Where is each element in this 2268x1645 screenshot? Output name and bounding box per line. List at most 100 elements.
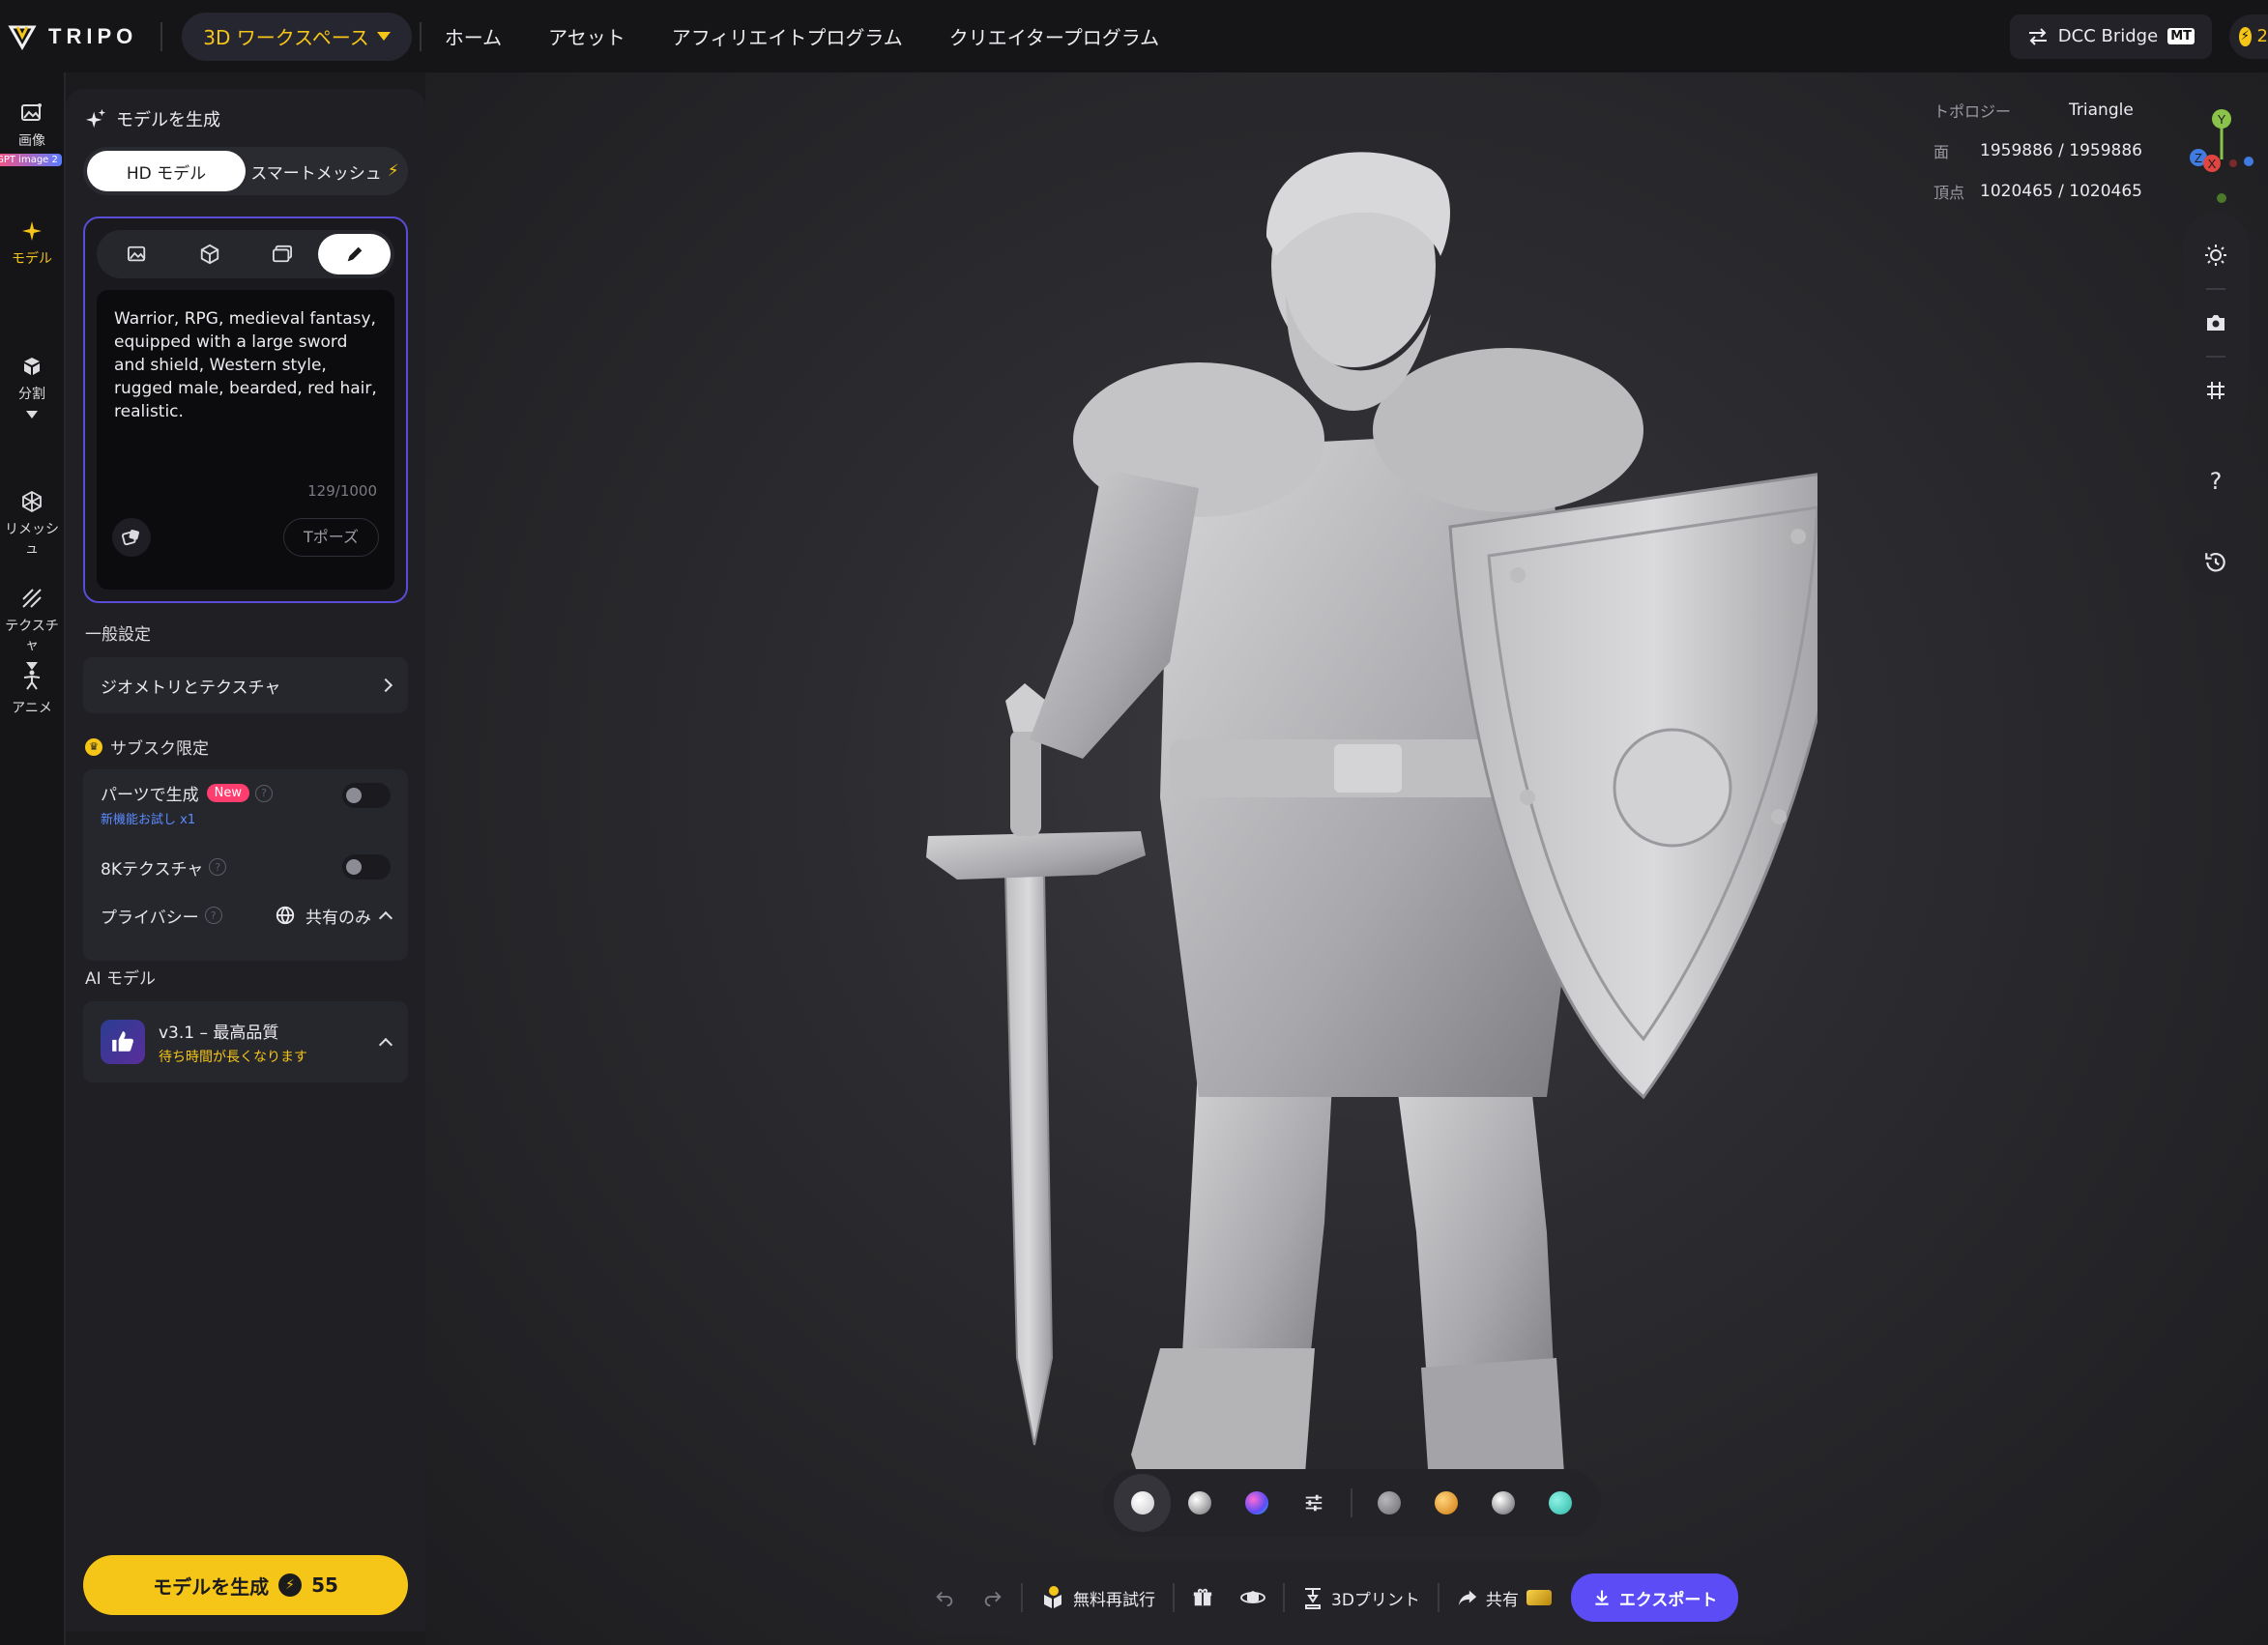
tpose-button[interactable]: Tポーズ bbox=[283, 518, 379, 557]
help-icon[interactable]: ? bbox=[204, 907, 222, 924]
material-normal[interactable] bbox=[1229, 1474, 1286, 1532]
divider bbox=[2206, 288, 2225, 290]
tab-image-input[interactable] bbox=[101, 234, 173, 274]
material-orange[interactable] bbox=[1417, 1474, 1474, 1532]
left-rail: 画像 GPT image 2 モデル 分割 リメッシュ テクスチャ アニメ bbox=[0, 72, 66, 1645]
3d-print-button[interactable]: 3Dプリント bbox=[1289, 1571, 1434, 1625]
privacy-value: 共有のみ bbox=[305, 908, 371, 928]
hd-model-option[interactable]: HD モデル bbox=[87, 151, 246, 191]
redo-button[interactable] bbox=[969, 1571, 1017, 1625]
tab-multi-image-input[interactable] bbox=[246, 234, 318, 274]
rail-item-texture[interactable]: テクスチャ bbox=[0, 585, 64, 670]
rail-item-model[interactable]: モデル bbox=[0, 217, 64, 268]
nav-affiliate[interactable]: アフィリエイトプログラム bbox=[672, 22, 903, 50]
privacy-select[interactable]: 共有のみ bbox=[275, 904, 393, 928]
bolt-icon: ⚡ bbox=[2239, 26, 2252, 46]
share-arrow-icon bbox=[1458, 1590, 1477, 1606]
nav-assets[interactable]: アセット bbox=[548, 22, 625, 50]
lighting-button[interactable] bbox=[2183, 226, 2249, 284]
vertices-value: 1020465 / 1020465 bbox=[1980, 182, 2142, 201]
panel-header: モデルを生成 bbox=[85, 106, 220, 131]
free-retry-button[interactable]: 無料再試行 bbox=[1027, 1571, 1169, 1625]
wireframe-button[interactable] bbox=[2183, 361, 2249, 419]
screenshot-button[interactable] bbox=[2183, 294, 2249, 352]
rail-item-image[interactable]: 画像 GPT image 2 bbox=[0, 100, 64, 166]
undo-icon bbox=[936, 1591, 953, 1607]
material-clay[interactable] bbox=[1114, 1474, 1172, 1532]
divider bbox=[160, 21, 163, 51]
privacy-label: プライバシー bbox=[101, 908, 199, 928]
image-icon bbox=[18, 100, 45, 127]
ai-model-label: AI モデル bbox=[85, 969, 157, 989]
gift-button[interactable] bbox=[1178, 1571, 1227, 1625]
image-icon bbox=[127, 245, 145, 262]
texture-8k-toggle[interactable] bbox=[342, 854, 391, 880]
divider bbox=[1437, 1583, 1439, 1612]
help-icon[interactable]: ? bbox=[255, 784, 274, 802]
prompt-input[interactable]: Warrior, RPG, medieval fantasy, equipped… bbox=[97, 290, 394, 590]
glossy-ball-icon bbox=[1187, 1491, 1211, 1515]
nav-home[interactable]: ホーム bbox=[445, 22, 502, 50]
axis-gizmo[interactable]: Y Z X bbox=[2183, 92, 2260, 227]
topology-label: トポロジー bbox=[1934, 102, 2012, 121]
pencil-icon bbox=[347, 246, 362, 262]
divider bbox=[2206, 356, 2225, 358]
ai-model-select[interactable]: v3.1 – 最高品質 待ち時間が長くなります bbox=[83, 1001, 408, 1082]
material-gray[interactable] bbox=[1360, 1474, 1417, 1532]
random-prompt-button[interactable] bbox=[112, 518, 151, 557]
general-settings-label: 一般設定 bbox=[85, 625, 151, 645]
share-button[interactable]: 共有 bbox=[1443, 1571, 1565, 1625]
share-label: 共有 bbox=[1485, 1590, 1519, 1610]
teal-ball-icon bbox=[1549, 1491, 1573, 1515]
texture-icon bbox=[18, 585, 45, 612]
generate-model-button[interactable]: モデルを生成 ⚡ 55 bbox=[83, 1555, 408, 1615]
geometry-texture-row[interactable]: ジオメトリとテクスチャ bbox=[83, 657, 408, 713]
topology-value: Triangle bbox=[2069, 101, 2134, 120]
warrior-model-render bbox=[926, 152, 1817, 1513]
history-button[interactable] bbox=[2183, 530, 2249, 595]
help-button[interactable]: ? bbox=[2183, 448, 2249, 514]
rail-item-split[interactable]: 分割 bbox=[0, 353, 64, 418]
mesh-icon bbox=[18, 488, 45, 515]
tab-text-input[interactable] bbox=[318, 234, 391, 274]
download-icon bbox=[1595, 1590, 1609, 1605]
vertices-label: 頂点 bbox=[1934, 184, 1965, 202]
parts-toggle[interactable] bbox=[342, 783, 391, 808]
rail-label-anime: アニメ bbox=[12, 701, 52, 716]
workspace-label: 3D ワークスペース bbox=[203, 26, 369, 49]
generate-label: モデルを生成 bbox=[153, 1574, 270, 1599]
help-icon[interactable]: ? bbox=[209, 858, 227, 876]
workspace-dropdown[interactable]: 3D ワークスペース bbox=[182, 12, 412, 61]
subscription-options: パーツで生成 New ? 新機能お試し x1 8Kテクスチャ ? プライバシー … bbox=[83, 769, 408, 961]
nav-creator[interactable]: クリエイタープログラム bbox=[949, 22, 1159, 50]
free-retry-label: 無料再試行 bbox=[1073, 1590, 1155, 1610]
sun-icon bbox=[2205, 245, 2226, 266]
action-bar: 無料再試行 3Dプリント 共有 エクスポート bbox=[907, 1561, 1800, 1634]
material-teal[interactable] bbox=[1532, 1474, 1589, 1532]
quality-toggle: HD モデル スマートメッシュ ⚡ bbox=[83, 147, 408, 195]
chevron-up-icon bbox=[378, 1037, 393, 1053]
brand-name: TRIPO bbox=[48, 23, 138, 48]
gpt-image-chip: GPT image 2 bbox=[0, 154, 62, 166]
ar-view-button[interactable] bbox=[1227, 1571, 1279, 1625]
model-thumbnail bbox=[101, 1020, 145, 1064]
material-glossy[interactable] bbox=[1171, 1474, 1228, 1532]
credits-balance[interactable]: ⚡ 2 bbox=[2229, 14, 2268, 59]
smart-mesh-option[interactable]: スマートメッシュ ⚡ bbox=[246, 151, 404, 191]
divider bbox=[1021, 1583, 1023, 1612]
tab-3d-input[interactable] bbox=[173, 234, 246, 274]
3d-viewport[interactable]: トポロジー Triangle 面 1959886 / 1959886 頂点 10204… bbox=[425, 72, 2268, 1645]
material-silver[interactable] bbox=[1474, 1474, 1531, 1532]
logo[interactable]: TRIPO bbox=[8, 0, 137, 72]
sparkle-icon bbox=[85, 108, 106, 129]
material-settings[interactable] bbox=[1286, 1474, 1343, 1532]
export-button[interactable]: エクスポート bbox=[1570, 1573, 1739, 1622]
cube-icon bbox=[200, 244, 218, 265]
rail-item-remesh[interactable]: リメッシュ bbox=[0, 488, 64, 558]
printer-3d-icon bbox=[1305, 1588, 1321, 1609]
parts-label: パーツで生成 bbox=[101, 786, 199, 805]
chevron-up-icon bbox=[378, 910, 393, 926]
dcc-bridge-button[interactable]: DCC Bridge MT bbox=[2009, 14, 2212, 59]
undo-button[interactable] bbox=[920, 1571, 969, 1625]
rail-item-anime[interactable]: アニメ bbox=[0, 667, 64, 717]
